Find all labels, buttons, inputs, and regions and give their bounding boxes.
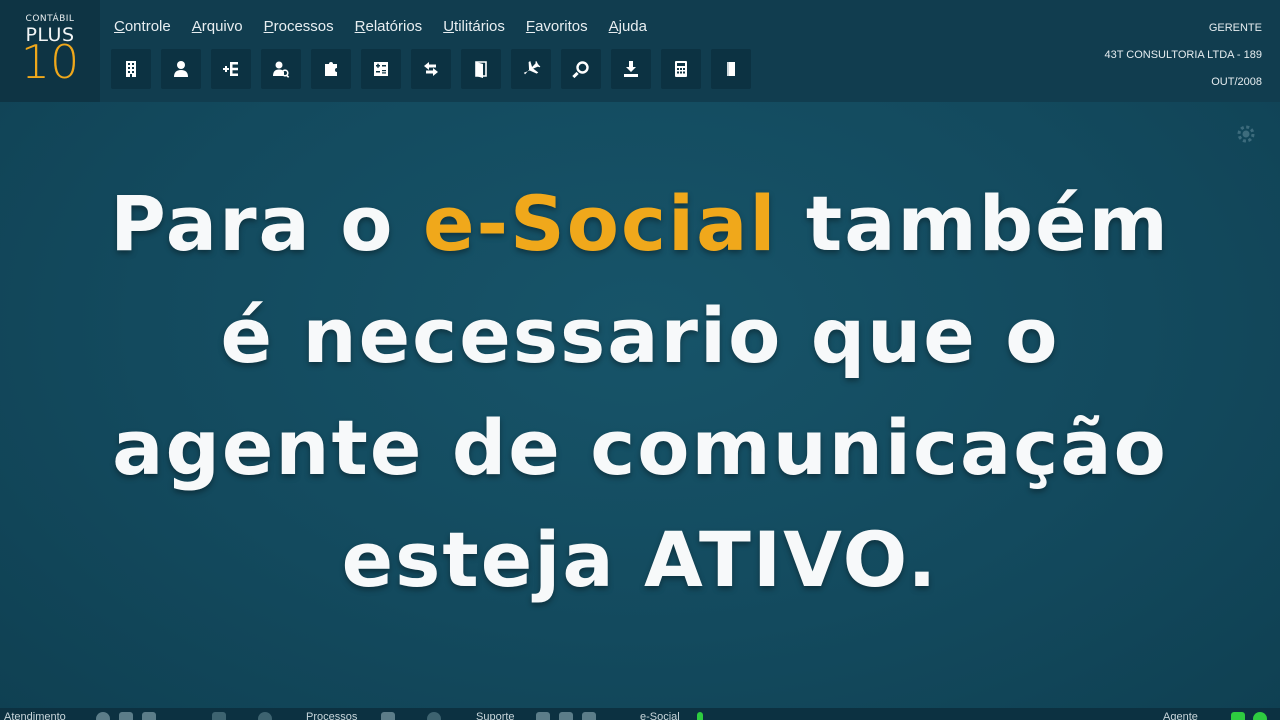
calculator-icon — [675, 61, 687, 77]
info-icon[interactable] — [258, 712, 272, 720]
clock-icon[interactable] — [427, 712, 441, 720]
entry-icon — [223, 62, 238, 76]
toolbar-button-pessoa[interactable] — [161, 49, 201, 89]
toolbar-button-pesquisa[interactable] — [561, 49, 601, 89]
app-logo[interactable]: CONTÁBIL PLUS 10 — [0, 0, 100, 102]
user-info-panel[interactable]: GERENTE 43T CONSULTORIA LTDA - 189 OUT/2… — [1060, 0, 1280, 102]
status-agente-label: Agente — [1163, 711, 1198, 720]
screen-share-icon[interactable] — [582, 712, 596, 720]
status-atendimento-label: Atendimento — [4, 711, 66, 720]
agent-status-icon[interactable] — [1253, 712, 1267, 720]
company-name: 43T CONSULTORIA LTDA - 189 — [1104, 49, 1262, 61]
gear-icon[interactable] — [1236, 124, 1256, 144]
toolbar-button-calculo[interactable] — [361, 49, 401, 89]
agent-briefcase-icon[interactable] — [1231, 712, 1245, 720]
status-suporte-label: Suporte — [476, 711, 515, 720]
building-icon — [126, 61, 136, 77]
user-role: GERENTE — [1208, 22, 1262, 34]
menu-processos[interactable]: Processos — [264, 18, 334, 35]
download-icon — [624, 61, 638, 77]
status-esocial-label: e-Social — [640, 711, 680, 720]
menu-arquivo[interactable]: Arquivo — [192, 18, 243, 35]
app-window: CONTÁBIL PLUS 10 Controle Arquivo Proces… — [0, 0, 1280, 720]
toolbar-button-lancamento[interactable] — [211, 49, 251, 89]
toolbar-button-calculadora[interactable] — [661, 49, 701, 89]
airplane-icon — [523, 60, 541, 75]
status-bar: Atendimento Processos Suporte e-Social A… — [0, 708, 1280, 720]
monitor-icon[interactable] — [119, 712, 133, 720]
toolbar-button-livro[interactable] — [711, 49, 751, 89]
mail-icon[interactable] — [212, 712, 226, 720]
logo-text-small: CONTÁBIL — [25, 14, 75, 24]
toolbar-button-transferencia[interactable] — [411, 49, 451, 89]
message-highlight: e-Social — [422, 179, 778, 268]
toolbar-button-viagem[interactable] — [511, 49, 551, 89]
menu-utilitarios[interactable]: Utilitários — [443, 18, 505, 35]
period: OUT/2008 — [1211, 76, 1262, 88]
main-menu: Controle Arquivo Processos Relatórios Ut… — [114, 18, 668, 35]
calc-sheet-icon — [374, 62, 388, 76]
process-icon[interactable] — [381, 712, 395, 720]
menu-relatorios[interactable]: Relatórios — [355, 18, 423, 35]
toolbar-button-saida[interactable] — [461, 49, 501, 89]
support-icon[interactable] — [536, 712, 550, 720]
transfer-icon — [424, 62, 438, 76]
overlay-message: Para o e-Social também é necessario que … — [40, 168, 1240, 616]
logo-number: 10 — [20, 35, 80, 89]
message-line-4: esteja ATIVO. — [341, 515, 939, 604]
search-icon — [572, 61, 589, 79]
header-bar: CONTÁBIL PLUS 10 Controle Arquivo Proces… — [0, 0, 1280, 102]
person-icon — [174, 61, 188, 77]
user-search-icon — [273, 61, 290, 78]
toolbar — [111, 49, 761, 89]
message-line-2: é necessario que o — [220, 291, 1060, 380]
status-processos-label: Processos — [306, 711, 358, 720]
toolbar-button-usuario-busca[interactable] — [261, 49, 301, 89]
book-icon — [727, 62, 735, 76]
esocial-status-indicator[interactable] — [697, 712, 703, 720]
chat-icon[interactable] — [96, 712, 110, 720]
door-icon — [475, 61, 487, 78]
grid-icon[interactable] — [559, 712, 573, 720]
message-line-1: Para o e-Social também — [110, 179, 1170, 268]
puzzle-icon — [325, 62, 337, 76]
toolbar-button-empresa[interactable] — [111, 49, 151, 89]
toolbar-button-modulo[interactable] — [311, 49, 351, 89]
message-line-3: agente de comunicação — [112, 403, 1168, 492]
menu-favoritos[interactable]: Favoritos — [526, 18, 588, 35]
toolbar-button-download[interactable] — [611, 49, 651, 89]
menu-ajuda[interactable]: Ajuda — [609, 18, 647, 35]
document-icon[interactable] — [142, 712, 156, 720]
menu-controle[interactable]: Controle — [114, 18, 171, 35]
